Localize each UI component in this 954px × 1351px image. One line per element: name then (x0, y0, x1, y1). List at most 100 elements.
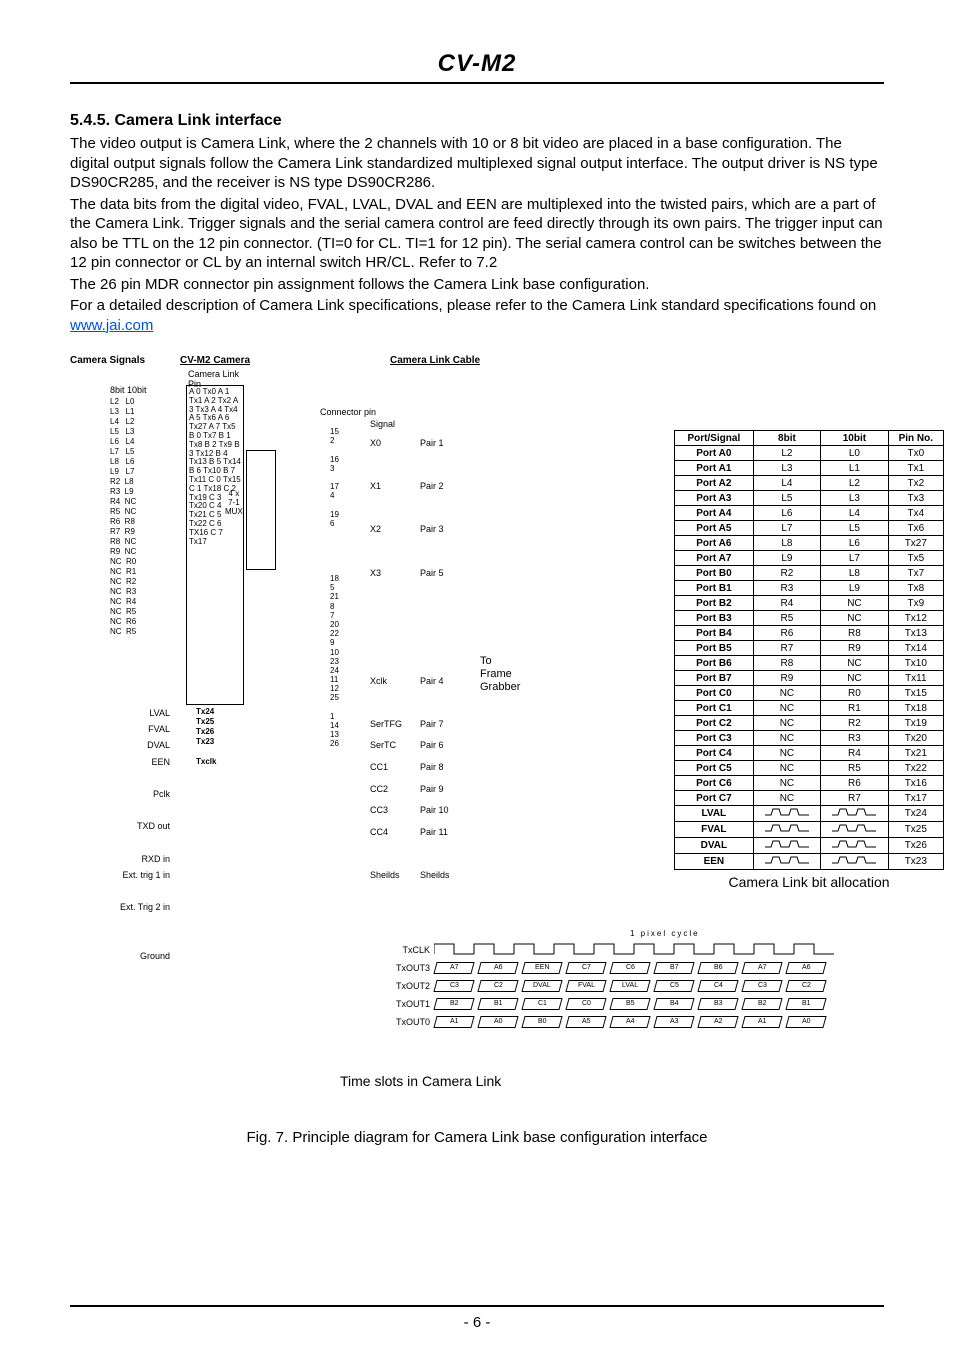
table-cell: NC (821, 671, 888, 686)
bit-allocation-table-wrap: Port/Signal8bit10bitPin No. Port A0L2L0T… (674, 430, 944, 890)
table-cell: Port B6 (675, 656, 754, 671)
table-row: Port B5R7R9Tx14 (675, 641, 944, 656)
table-row: Port C2NCR2Tx19 (675, 716, 944, 731)
pair-numbers: Pair 1 Pair 2 Pair 3 Pair 5 Pair 4 Pair … (420, 433, 450, 886)
timing-cell: C4 (697, 980, 738, 992)
timing-row: TxOUT0A1A0B0A5A4A3A2A1A0 (390, 1013, 884, 1031)
table-cell: R2 (753, 566, 820, 581)
table-cell: Tx12 (888, 611, 943, 626)
table-cell: Port B2 (675, 596, 754, 611)
table-cell: NC (821, 596, 888, 611)
table-cell: R7 (821, 791, 888, 806)
table-row: Port C7NCR7Tx17 (675, 791, 944, 806)
table-cell: L6 (753, 506, 820, 521)
cl-pin-box: A 0 Tx0 A 1 Tx1 A 2 Tx2 A 3 Tx3 A 4 Tx4 … (186, 385, 244, 705)
bit-lines: L2 L0 L3 L1 L4 L2 L5 L3 L6 L4 L7 L5 L8 L… (110, 397, 136, 637)
table-cell: Port B5 (675, 641, 754, 656)
timing-cell: C1 (521, 998, 562, 1010)
table-cell: L4 (821, 506, 888, 521)
table-row: Port B1R3L9Tx8 (675, 581, 944, 596)
timing-cell: FVAL (565, 980, 606, 992)
table-cell: Tx17 (888, 791, 943, 806)
table-cell (821, 822, 888, 838)
table-cell: NC (753, 761, 820, 776)
table-cell: R0 (821, 686, 888, 701)
camera-signals-label: Camera Signals (70, 355, 145, 366)
timing-cell: B0 (521, 1016, 562, 1028)
table-cell: L2 (753, 446, 820, 461)
table-cell: L2 (821, 476, 888, 491)
signal-label: Signal (370, 419, 395, 429)
table-cell (753, 822, 820, 838)
table-cell: R8 (753, 656, 820, 671)
table-cell: R2 (821, 716, 888, 731)
extra-tx: Tx24 Tx25 Tx26 Tx23 Txclk (196, 707, 216, 767)
timing-cell: A2 (697, 1016, 738, 1028)
timing-cell: C5 (653, 980, 694, 992)
table-cell: L8 (821, 566, 888, 581)
table-cell (753, 838, 820, 854)
table-cell: R4 (753, 596, 820, 611)
connector-pin-label: Connector pin (320, 407, 376, 417)
table-header-cell: 10bit (821, 431, 888, 446)
table-cell (821, 806, 888, 822)
table-cell: Tx13 (888, 626, 943, 641)
paragraph-4-text: For a detailed description of Camera Lin… (70, 297, 876, 314)
bit-allocation-table: Port/Signal8bit10bitPin No. Port A0L2L0T… (674, 430, 944, 870)
timing-cell: B7 (653, 962, 694, 974)
table-cell: L3 (753, 461, 820, 476)
table-row: Port A2L4L2Tx2 (675, 476, 944, 491)
table-cell: Tx4 (888, 506, 943, 521)
table-row: Port C5NCR5Tx22 (675, 761, 944, 776)
table-cell: Port A1 (675, 461, 754, 476)
table-cell: Tx19 (888, 716, 943, 731)
table-cell: Tx18 (888, 701, 943, 716)
table-cell: L9 (753, 551, 820, 566)
table-cell: L1 (821, 461, 888, 476)
table-cell: Tx15 (888, 686, 943, 701)
table-cell: Port C0 (675, 686, 754, 701)
title-rule (70, 82, 884, 84)
table-cell: Tx25 (888, 822, 943, 838)
jai-link[interactable]: www.jai.com (70, 317, 153, 334)
table-cell: NC (753, 746, 820, 761)
table-cell: Tx5 (888, 551, 943, 566)
table-cell: Port A3 (675, 491, 754, 506)
table-row: Port A7L9L7Tx5 (675, 551, 944, 566)
table-header-cell: Pin No. (888, 431, 943, 446)
table-row: Port C0NCR0Tx15 (675, 686, 944, 701)
timing-cell: B6 (697, 962, 738, 974)
side-signals: LVAL FVAL DVAL EEN Pclk TXD out RXD in E… (100, 705, 170, 964)
timing-row-label: TxOUT1 (390, 999, 430, 1009)
clock-waveform (434, 942, 834, 958)
bit-table-caption: Camera Link bit allocation (674, 874, 944, 890)
timing-caption: Time slots in Camera Link (340, 1073, 501, 1089)
figure-area: CV-M2 Camera Camera Link Cable Camera Si… (70, 355, 884, 1135)
timing-cell: A6 (785, 962, 826, 974)
paragraph-1: The video output is Camera Link, where t… (70, 134, 884, 193)
table-cell: L9 (821, 581, 888, 596)
page-number: - 6 - (0, 1314, 954, 1331)
timing-row-label: TxOUT3 (390, 963, 430, 973)
table-cell: Port A7 (675, 551, 754, 566)
table-cell: L7 (821, 551, 888, 566)
table-row: Port B3R5NCTx12 (675, 611, 944, 626)
timing-cell: B4 (653, 998, 694, 1010)
table-row: Port B4R6R8Tx13 (675, 626, 944, 641)
timing-cell: A0 (477, 1016, 518, 1028)
timing-cell: B1 (477, 998, 518, 1010)
timing-cell: C0 (565, 998, 606, 1010)
table-cell: Port C2 (675, 716, 754, 731)
table-row: Port A5L7L5Tx6 (675, 521, 944, 536)
table-header-cell: Port/Signal (675, 431, 754, 446)
table-cell: Port C4 (675, 746, 754, 761)
table-cell: Port A0 (675, 446, 754, 461)
timing-cell: C2 (785, 980, 826, 992)
table-cell: R1 (821, 701, 888, 716)
table-cell: L4 (753, 476, 820, 491)
table-cell: NC (753, 701, 820, 716)
table-cell: R8 (821, 626, 888, 641)
table-cell: R9 (753, 671, 820, 686)
table-cell: NC (753, 776, 820, 791)
table-cell: EEN (675, 854, 754, 870)
